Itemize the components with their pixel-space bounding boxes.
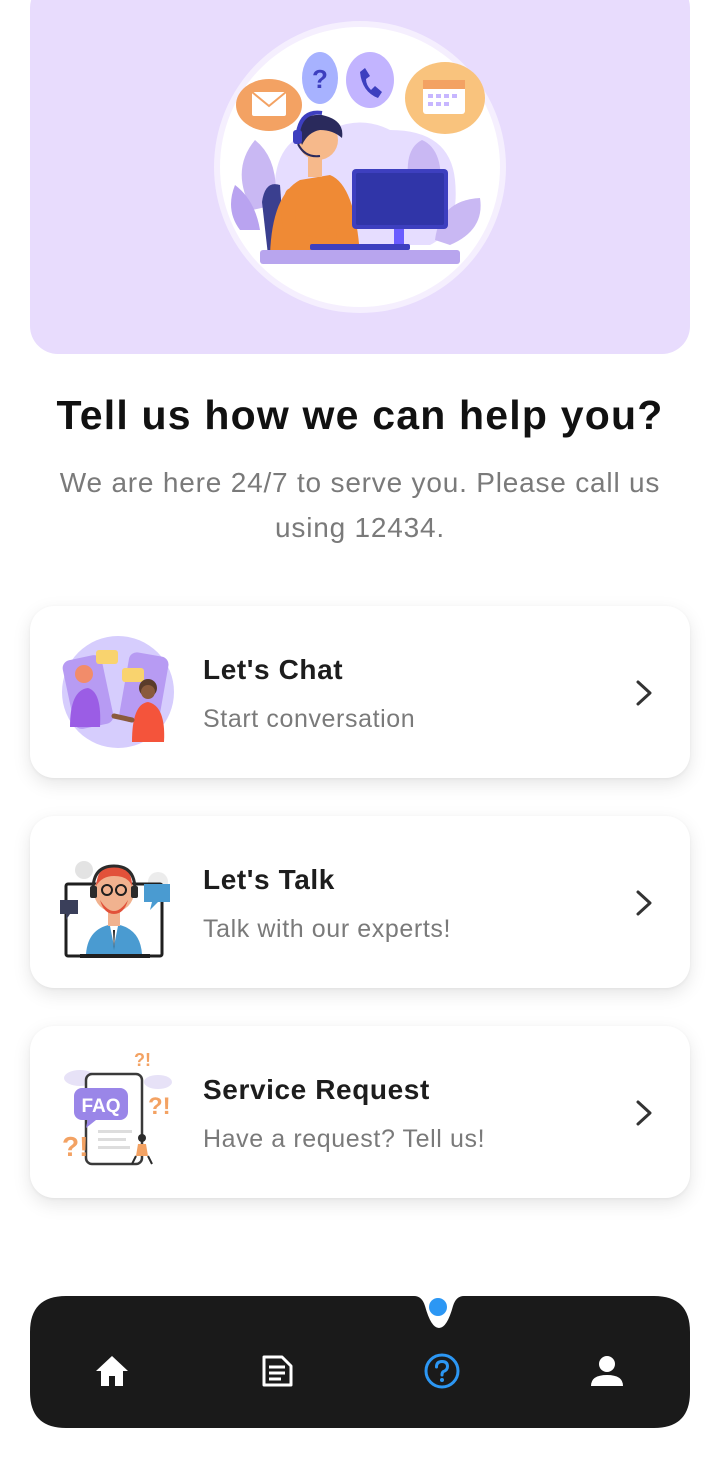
customer-support-illustration: ? [214, 21, 506, 313]
nav-home[interactable] [77, 1336, 147, 1406]
nav-profile[interactable] [572, 1336, 642, 1406]
card-subtitle: Start conversation [203, 705, 416, 733]
person-icon [591, 1356, 623, 1386]
hero-banner: ? [30, 0, 690, 354]
chevron-right-icon [636, 680, 652, 706]
svg-text:FAQ: FAQ [81, 1096, 120, 1117]
svg-text:?!: ?! [148, 1093, 171, 1120]
active-tab-indicator [429, 1298, 447, 1316]
card-title: Service Request [203, 1074, 430, 1105]
lets-talk-card[interactable]: Let's Talk Talk with our experts! [30, 816, 690, 988]
card-subtitle: Talk with our experts! [203, 915, 452, 943]
nav-help[interactable] [407, 1336, 477, 1406]
home-icon [96, 1356, 128, 1386]
svg-text:?!: ?! [62, 1131, 88, 1162]
lets-chat-card[interactable]: Let's Chat Start conversation [30, 606, 690, 778]
chevron-right-icon [636, 890, 652, 916]
document-icon [262, 1355, 293, 1387]
nav-documents[interactable] [242, 1336, 312, 1406]
help-icon [424, 1353, 460, 1389]
card-subtitle: Have a request? Tell us! [203, 1125, 486, 1153]
talk-illustration [60, 861, 170, 958]
chat-illustration [62, 636, 174, 748]
service-request-card[interactable]: FAQ ?! ?! ?! Service Request Have a requ… [30, 1026, 690, 1198]
page-title: Tell us how we can help you? [56, 392, 664, 438]
page-subtitle: We are here 24/7 to serve you. Please ca… [59, 467, 661, 543]
card-title: Let's Chat [203, 654, 344, 685]
faq-illustration: FAQ ?! ?! ?! [62, 1052, 172, 1166]
bottom-navigation-bar [30, 1296, 690, 1428]
svg-text:?!: ?! [134, 1052, 151, 1070]
chevron-right-icon [636, 1100, 652, 1126]
card-title: Let's Talk [203, 864, 335, 895]
svg-text:?: ? [312, 64, 328, 94]
